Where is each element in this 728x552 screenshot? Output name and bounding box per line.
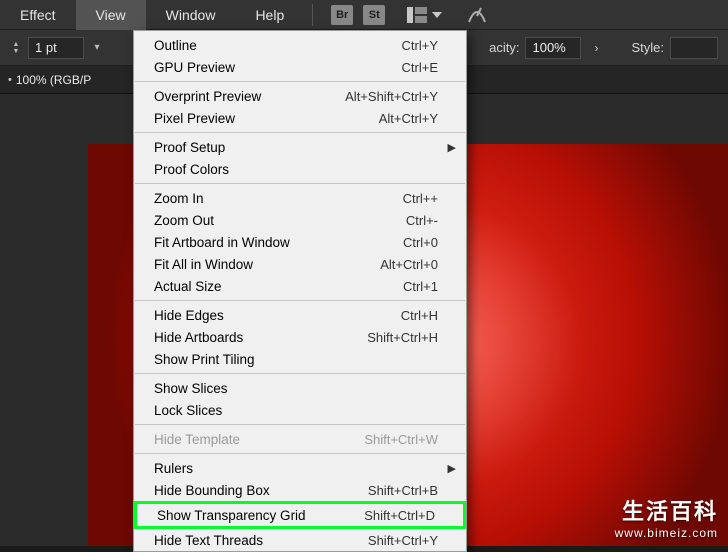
stock-icon[interactable]: St — [363, 5, 385, 25]
menu-item-pixel-preview[interactable]: Pixel PreviewAlt+Ctrl+Y — [134, 107, 466, 129]
menu-item-label: Proof Colors — [154, 162, 438, 177]
menu-item-label: Hide Edges — [154, 308, 401, 323]
chevron-down-icon[interactable] — [429, 3, 445, 27]
view-menu: OutlineCtrl+YGPU PreviewCtrl+EOverprint … — [133, 30, 467, 552]
menu-left: Effect View Window Help Br St — [0, 0, 489, 30]
submenu-arrow-icon: ▶ — [448, 462, 456, 475]
menubar: Effect View Window Help Br St — [0, 0, 728, 30]
style-swatch[interactable] — [670, 37, 718, 59]
menu-separator — [135, 424, 465, 425]
menu-effect[interactable]: Effect — [0, 0, 76, 30]
menu-item-shortcut: Ctrl+0 — [403, 235, 438, 250]
document-tab-label[interactable]: 100% (RGB/P — [16, 73, 91, 87]
menubar-divider — [312, 4, 313, 26]
menu-separator — [135, 453, 465, 454]
menu-item-label: Hide Bounding Box — [154, 483, 368, 498]
menu-item-shortcut: Alt+Ctrl+Y — [379, 111, 438, 126]
menu-item-shortcut: Ctrl+- — [406, 213, 438, 228]
menu-separator — [135, 132, 465, 133]
menu-separator — [135, 300, 465, 301]
doc-bullet-icon: • — [8, 74, 12, 86]
menu-separator — [135, 183, 465, 184]
menu-help[interactable]: Help — [235, 0, 304, 30]
menu-item-proof-colors[interactable]: Proof Colors — [134, 158, 466, 180]
opacity-value: 100% — [532, 40, 565, 55]
menu-separator — [135, 81, 465, 82]
arrange-docs-icon[interactable] — [405, 3, 429, 27]
menu-item-hide-template: Hide TemplateShift+Ctrl+W — [134, 428, 466, 450]
menu-item-label: Rulers — [154, 461, 438, 476]
menu-item-label: GPU Preview — [154, 60, 402, 75]
menu-item-show-transparency-grid[interactable]: Show Transparency GridShift+Ctrl+D — [137, 504, 463, 526]
stroke-weight-value: 1 pt — [35, 40, 57, 55]
menu-item-label: Zoom Out — [154, 213, 406, 228]
menu-item-show-print-tiling[interactable]: Show Print Tiling — [134, 348, 466, 370]
menu-help-label: Help — [255, 7, 284, 23]
menu-item-hide-bounding-box[interactable]: Hide Bounding BoxShift+Ctrl+B — [134, 479, 466, 501]
menu-item-label: Hide Template — [154, 432, 364, 447]
menu-item-shortcut: Shift+Ctrl+D — [364, 508, 435, 523]
menu-item-label: Show Transparency Grid — [157, 508, 364, 523]
opacity-flyout[interactable]: › — [587, 41, 605, 55]
menu-item-label: Pixel Preview — [154, 111, 379, 126]
menu-item-zoom-out[interactable]: Zoom OutCtrl+- — [134, 209, 466, 231]
menu-item-shortcut: Ctrl+Y — [402, 38, 438, 53]
stroke-weight-dropdown[interactable]: ▾ — [90, 42, 104, 53]
menu-item-hide-text-threads[interactable]: Hide Text ThreadsShift+Ctrl+Y — [134, 529, 466, 551]
bridge-icon[interactable]: Br — [331, 5, 353, 25]
menu-item-shortcut: Shift+Ctrl+W — [364, 432, 438, 447]
menu-item-label: Zoom In — [154, 191, 403, 206]
menu-item-label: Fit Artboard in Window — [154, 235, 403, 250]
menu-item-label: Actual Size — [154, 279, 403, 294]
menu-item-label: Hide Text Threads — [154, 533, 368, 548]
submenu-arrow-icon: ▶ — [448, 141, 456, 154]
menu-item-shortcut: Shift+Ctrl+B — [368, 483, 438, 498]
menu-item-overprint-preview[interactable]: Overprint PreviewAlt+Shift+Ctrl+Y — [134, 85, 466, 107]
menu-item-shortcut: Shift+Ctrl+Y — [368, 533, 438, 548]
opacity-label: acity: — [489, 40, 519, 55]
menu-item-label: Outline — [154, 38, 402, 53]
watermark-line1: 生活百科 — [615, 494, 718, 526]
menu-effect-label: Effect — [20, 7, 56, 23]
menu-item-fit-all-in-window[interactable]: Fit All in WindowAlt+Ctrl+0 — [134, 253, 466, 275]
stroke-stepper[interactable]: ▲▼ — [10, 41, 22, 55]
menu-item-shortcut: Ctrl+H — [401, 308, 438, 323]
menu-item-zoom-in[interactable]: Zoom InCtrl++ — [134, 187, 466, 209]
menu-item-label: Fit All in Window — [154, 257, 380, 272]
menu-separator — [135, 373, 465, 374]
menu-window[interactable]: Window — [146, 0, 236, 30]
menu-item-outline[interactable]: OutlineCtrl+Y — [134, 34, 466, 56]
menu-item-hide-artboards[interactable]: Hide ArtboardsShift+Ctrl+H — [134, 326, 466, 348]
menu-item-shortcut: Ctrl+1 — [403, 279, 438, 294]
menu-item-label: Hide Artboards — [154, 330, 367, 345]
stroke-weight-field[interactable]: 1 pt — [28, 37, 84, 59]
menu-item-proof-setup[interactable]: Proof Setup ▶ — [134, 136, 466, 158]
menu-item-shortcut: Ctrl++ — [403, 191, 438, 206]
menu-item-label: Show Slices — [154, 381, 438, 396]
menu-item-actual-size[interactable]: Actual SizeCtrl+1 — [134, 275, 466, 297]
style-label: Style: — [631, 40, 664, 55]
opacity-field[interactable]: 100% — [525, 37, 581, 59]
menu-item-lock-slices[interactable]: Lock Slices — [134, 399, 466, 421]
menu-item-hide-edges[interactable]: Hide EdgesCtrl+H — [134, 304, 466, 326]
menu-item-rulers[interactable]: Rulers ▶ — [134, 457, 466, 479]
watermark: 生活百科 www.bimeiz.com — [615, 494, 718, 540]
menu-window-label: Window — [166, 7, 216, 23]
menu-item-shortcut: Shift+Ctrl+H — [367, 330, 438, 345]
menu-item-gpu-preview[interactable]: GPU PreviewCtrl+E — [134, 56, 466, 78]
menu-item-label: Overprint Preview — [154, 89, 345, 104]
menu-item-label: Lock Slices — [154, 403, 438, 418]
menu-item-fit-artboard-in-window[interactable]: Fit Artboard in WindowCtrl+0 — [134, 231, 466, 253]
menu-item-label: Proof Setup — [154, 140, 438, 155]
menu-item-label: Show Print Tiling — [154, 352, 438, 367]
menu-view[interactable]: View — [76, 0, 146, 30]
watermark-line2: www.bimeiz.com — [615, 526, 718, 540]
menu-item-shortcut: Alt+Shift+Ctrl+Y — [345, 89, 438, 104]
menu-view-label: View — [96, 7, 126, 23]
menu-item-show-slices[interactable]: Show Slices — [134, 377, 466, 399]
gpu-perf-icon[interactable] — [465, 3, 489, 27]
menu-item-shortcut: Ctrl+E — [402, 60, 438, 75]
menu-item-shortcut: Alt+Ctrl+0 — [380, 257, 438, 272]
